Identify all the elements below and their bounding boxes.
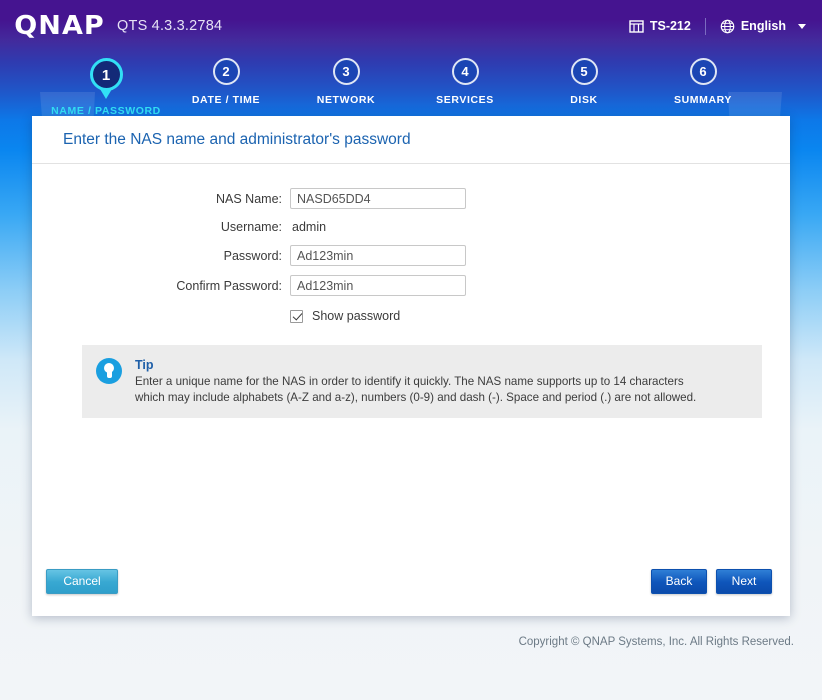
step-number: 5 bbox=[571, 58, 598, 85]
wizard-panel: Enter the NAS name and administrator's p… bbox=[32, 116, 790, 616]
step-pin: 1 bbox=[90, 58, 123, 91]
step-number: 4 bbox=[452, 58, 479, 85]
qnap-logo: QNAP bbox=[14, 13, 105, 39]
copyright-footer: Copyright © QNAP Systems, Inc. All Right… bbox=[519, 636, 794, 648]
chevron-down-icon bbox=[798, 24, 806, 29]
page-title: Enter the NAS name and administrator's p… bbox=[32, 116, 790, 164]
wizard-steps: 1 NAME / PASSWORD 2 DATE / TIME 3 NETWOR… bbox=[0, 58, 822, 116]
show-password-checkbox[interactable] bbox=[290, 310, 303, 323]
show-password-label: Show password bbox=[312, 309, 400, 323]
language-label: English bbox=[741, 19, 786, 33]
tip-body: Tip Enter a unique name for the NAS in o… bbox=[135, 357, 715, 405]
cancel-button[interactable]: Cancel bbox=[46, 569, 118, 594]
confirm-password-label: Confirm Password: bbox=[32, 279, 290, 293]
nav-buttons: Back Next bbox=[651, 569, 772, 594]
show-password-wrap: Show password bbox=[290, 309, 400, 323]
step-number: 3 bbox=[333, 58, 360, 85]
confirm-password-field-wrap bbox=[290, 275, 466, 296]
app-header: QNAP QTS 4.3.3.2784 TS-212 English bbox=[0, 0, 822, 52]
nas-name-row: NAS Name: bbox=[32, 188, 790, 209]
step-number: 2 bbox=[213, 58, 240, 85]
nas-model: TS-212 bbox=[629, 19, 691, 34]
step-summary[interactable]: 6 SUMMARY bbox=[628, 58, 778, 106]
username-label: Username: bbox=[32, 220, 290, 234]
step-number: 6 bbox=[690, 58, 717, 85]
step-label: SUMMARY bbox=[628, 94, 778, 106]
nas-name-field-wrap bbox=[290, 188, 466, 209]
password-row: Password: bbox=[32, 245, 790, 266]
tip-box: Tip Enter a unique name for the NAS in o… bbox=[82, 345, 762, 418]
username-value: admin bbox=[290, 220, 326, 234]
next-button[interactable]: Next bbox=[716, 569, 772, 594]
password-label: Password: bbox=[32, 249, 290, 263]
nas-rack-icon bbox=[629, 19, 644, 34]
nas-name-label: NAS Name: bbox=[32, 192, 290, 206]
confirm-password-row: Confirm Password: bbox=[32, 275, 790, 296]
show-password-row: Show password bbox=[32, 309, 790, 323]
setup-form: NAS Name: Username: admin Password: Conf… bbox=[32, 164, 790, 323]
qts-version: QTS 4.3.3.2784 bbox=[117, 18, 222, 34]
nas-name-input[interactable] bbox=[290, 188, 466, 209]
username-value-wrap: admin bbox=[290, 218, 326, 236]
header-divider bbox=[705, 18, 706, 35]
step-number: 1 bbox=[90, 58, 123, 91]
globe-icon bbox=[720, 19, 735, 34]
password-field-wrap bbox=[290, 245, 466, 266]
back-button[interactable]: Back bbox=[651, 569, 707, 594]
tip-title: Tip bbox=[135, 358, 715, 372]
confirm-password-input[interactable] bbox=[290, 275, 466, 296]
tip-text: Enter a unique name for the NAS in order… bbox=[135, 374, 715, 405]
header-right-group: TS-212 English bbox=[629, 18, 806, 35]
username-row: Username: admin bbox=[32, 218, 790, 236]
nas-model-label: TS-212 bbox=[650, 19, 691, 33]
lightbulb-icon bbox=[96, 358, 122, 384]
language-selector[interactable]: English bbox=[720, 19, 806, 34]
password-input[interactable] bbox=[290, 245, 466, 266]
